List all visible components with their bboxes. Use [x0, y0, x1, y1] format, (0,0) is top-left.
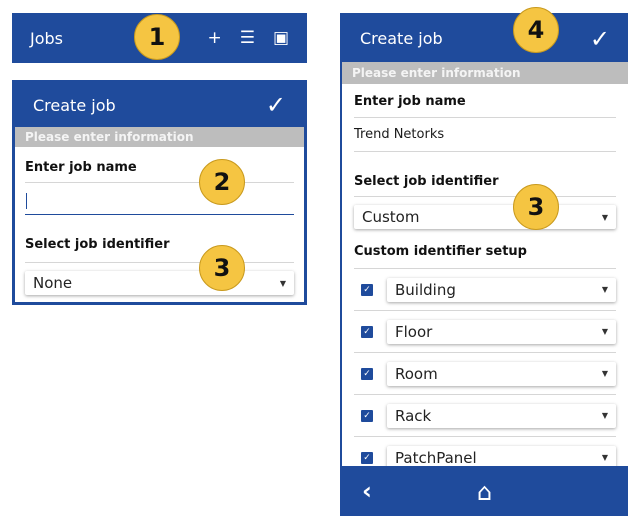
- step-badge-2: 2: [199, 159, 245, 205]
- create-job-panel-left: Create job ✓ Please enter information En…: [12, 80, 307, 305]
- checkbox[interactable]: ✓: [361, 409, 373, 422]
- back-icon[interactable]: ‹: [362, 477, 372, 505]
- identifier-value: None: [33, 274, 73, 292]
- identifier-row: ✓ Room ▼: [354, 353, 616, 395]
- identifier-level-label: Room: [395, 364, 438, 383]
- panel-header: Create job ✓: [15, 83, 304, 127]
- list-icon[interactable]: ☰: [240, 28, 255, 48]
- job-name-field[interactable]: Trend Netorks: [354, 118, 616, 152]
- identifier-level-label: Floor: [395, 322, 433, 341]
- custom-setup-label: Custom identifier setup: [354, 229, 616, 269]
- step-badge-3: 3: [199, 245, 245, 291]
- checkbox[interactable]: ✓: [361, 367, 373, 380]
- add-icon[interactable]: +: [207, 28, 221, 48]
- identifier-select[interactable]: None ▼: [25, 271, 294, 295]
- create-job-panel-right: Create job ✓ Please enter information En…: [340, 13, 628, 516]
- checkbox[interactable]: ✓: [361, 325, 373, 338]
- identifier-level-label: Building: [395, 280, 456, 299]
- jobs-actions: + ☰ ▣: [207, 28, 289, 48]
- chevron-down-icon: ▼: [601, 285, 608, 294]
- identifier-level-select[interactable]: Building ▼: [387, 277, 616, 302]
- panel-title: Create job: [360, 29, 443, 48]
- identifier-list: ✓ Building ▼ ✓ Floor ▼ ✓ Room ▼ ✓ Rack ▼ ✓ PatchPanel…: [354, 269, 616, 479]
- info-bar: Please enter information: [15, 127, 304, 147]
- identifier-row: ✓ Floor ▼: [354, 311, 616, 353]
- chevron-down-icon: ▼: [601, 369, 608, 378]
- text-cursor: [26, 193, 27, 209]
- step-badge-1: 1: [134, 14, 180, 60]
- job-name-input[interactable]: [25, 189, 294, 215]
- panel-header: Create job ✓: [342, 15, 628, 62]
- identifier-level-label: PatchPanel: [395, 448, 477, 467]
- chevron-down-icon: ▼: [601, 453, 608, 462]
- pdf-icon[interactable]: ▣: [273, 28, 289, 48]
- chevron-down-icon: ▼: [279, 278, 286, 288]
- home-icon[interactable]: ⌂: [477, 478, 492, 506]
- confirm-check-icon[interactable]: ✓: [590, 25, 610, 53]
- identifier-label: Select job identifier: [25, 215, 294, 263]
- bottom-nav-bar: ‹ ⌂: [342, 466, 628, 516]
- identifier-level-select[interactable]: Rack ▼: [387, 403, 616, 428]
- info-bar: Please enter information: [342, 62, 628, 84]
- jobs-title: Jobs: [30, 28, 63, 48]
- job-name-label: Enter job name: [25, 147, 294, 183]
- chevron-down-icon: ▼: [601, 327, 608, 336]
- chevron-down-icon: ▼: [601, 411, 608, 420]
- identifier-row: ✓ Building ▼: [354, 269, 616, 311]
- identifier-row: ✓ Rack ▼: [354, 395, 616, 437]
- checkbox[interactable]: ✓: [361, 451, 373, 464]
- identifier-level-select[interactable]: Floor ▼: [387, 319, 616, 344]
- job-name-value: Trend Netorks: [354, 127, 445, 142]
- identifier-value: Custom: [362, 208, 420, 226]
- identifier-label: Select job identifier: [354, 152, 616, 197]
- panel-title: Create job: [33, 95, 116, 115]
- confirm-check-icon[interactable]: ✓: [266, 91, 286, 119]
- job-name-label: Enter job name: [354, 84, 616, 118]
- step-badge-3b: 3: [513, 184, 559, 230]
- step-badge-4: 4: [513, 7, 559, 53]
- identifier-level-label: Rack: [395, 406, 432, 425]
- identifier-select[interactable]: Custom ▼: [354, 205, 616, 229]
- identifier-level-select[interactable]: Room ▼: [387, 361, 616, 386]
- checkbox[interactable]: ✓: [361, 283, 373, 296]
- chevron-down-icon: ▼: [601, 212, 608, 222]
